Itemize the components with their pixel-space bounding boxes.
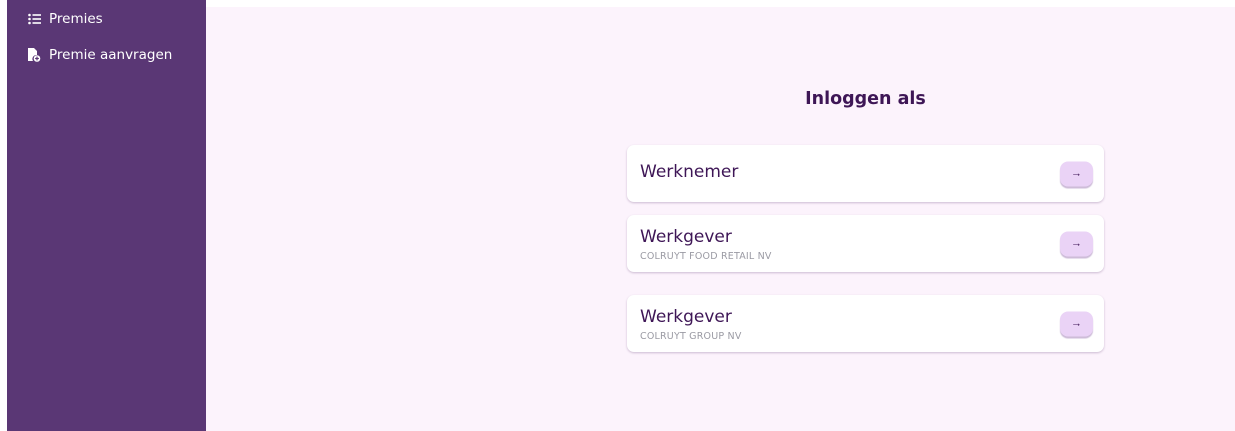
list-icon [27,12,41,26]
app-root: Premies Premie aanvragen Inloggen als We… [0,0,1235,431]
arrow-right-button[interactable]: → [1060,161,1093,186]
sidebar: Premies Premie aanvragen [7,0,206,431]
arrow-right-icon: → [1071,317,1082,330]
login-option-werkgever-food-retail[interactable]: Werkgever COLRUYT FOOD RETAIL NV → [627,215,1104,272]
login-option-werknemer[interactable]: Werknemer → [627,145,1104,202]
sidebar-item-premies[interactable]: Premies [27,11,103,27]
sidebar-item-label: Premie aanvragen [49,47,173,63]
sidebar-item-label: Premies [49,11,103,27]
option-title: Werkgever [640,227,732,247]
arrow-right-button[interactable]: → [1060,311,1093,336]
arrow-right-button[interactable]: → [1060,231,1093,256]
option-title: Werkgever [640,307,732,327]
file-add-icon [27,48,41,62]
option-subtitle: COLRUYT GROUP NV [640,331,742,342]
option-subtitle: COLRUYT FOOD RETAIL NV [640,251,772,262]
login-option-werkgever-group[interactable]: Werkgever COLRUYT GROUP NV → [627,295,1104,352]
option-title: Werknemer [640,162,739,182]
page-title: Inloggen als [805,89,926,109]
sidebar-item-premie-aanvragen[interactable]: Premie aanvragen [27,47,172,63]
arrow-right-icon: → [1071,237,1082,250]
main-content: Inloggen als Werknemer → Werkgever COLRU… [206,7,1235,431]
arrow-right-icon: → [1071,167,1082,180]
